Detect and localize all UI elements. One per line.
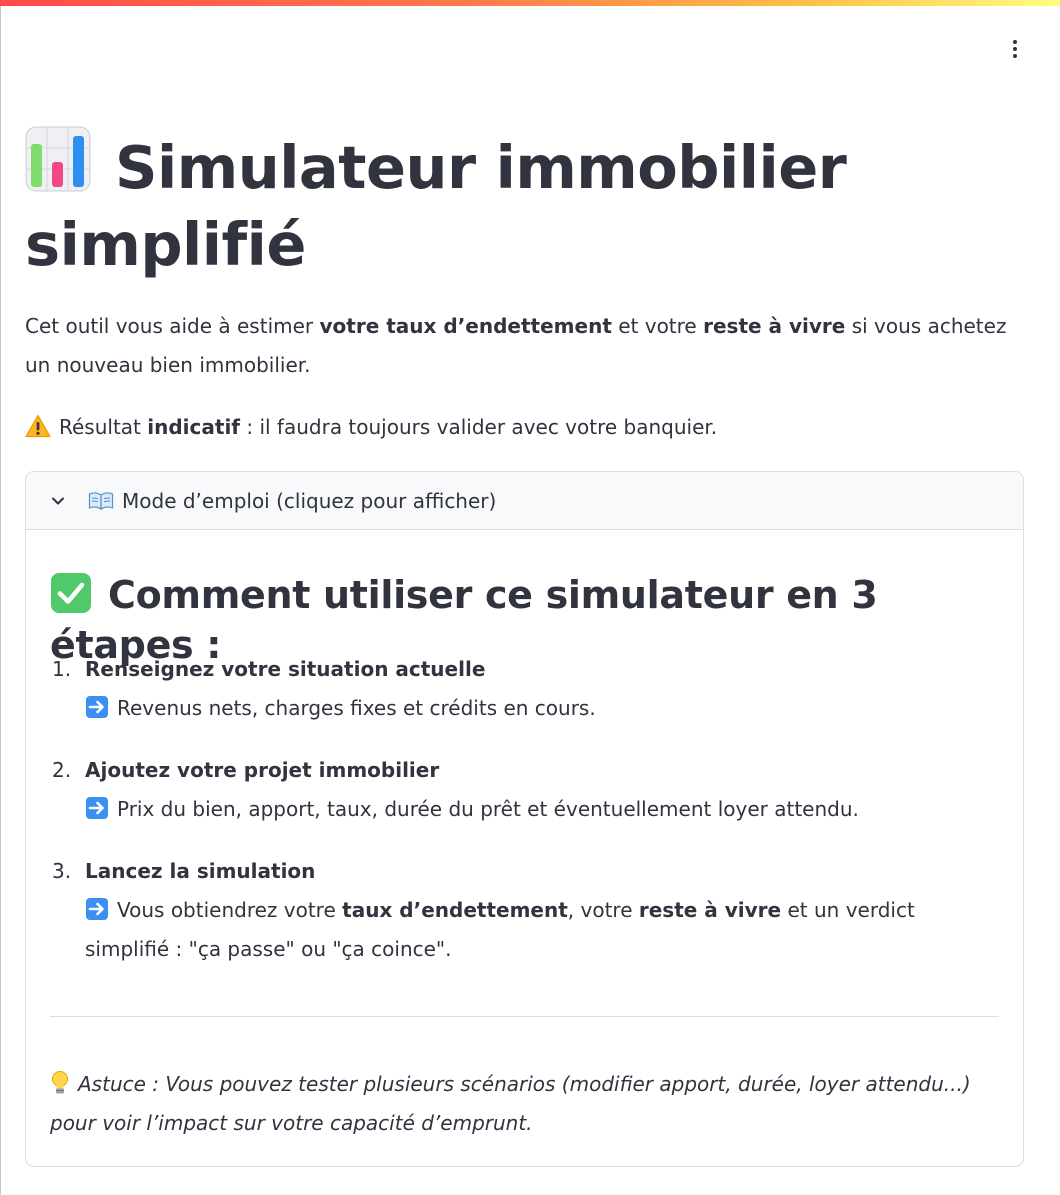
step-number: 3. <box>52 859 72 883</box>
check-mark-icon <box>51 573 91 613</box>
kebab-menu-dot <box>1013 47 1017 51</box>
step-title: Lancez la simulation <box>85 859 316 883</box>
page-title: Simulateur immobilier simplifié <box>25 126 1035 283</box>
tip-text-content: Astuce : Vous pouvez tester plusieurs sc… <box>50 1072 971 1135</box>
intro-text: Cet outil vous aide à estimer votre taux… <box>25 307 1025 385</box>
step-description: Prix du bien, apport, taux, durée du prê… <box>85 790 1002 829</box>
list-item: 1. Renseignez votre situation actuelle R… <box>52 650 1002 728</box>
step-description-text: Revenus nets, charges fixes et crédits e… <box>117 696 596 720</box>
top-decoration-bar <box>0 0 1060 6</box>
step-description: Vous obtiendrez votre taux d’endettement… <box>85 891 1002 969</box>
intro-bold-remaining-income: reste à vivre <box>703 314 846 338</box>
kebab-menu-dot <box>1013 54 1017 58</box>
tip-text: Astuce : Vous pouvez tester plusieurs sc… <box>50 1065 1000 1143</box>
warning-icon <box>25 414 51 438</box>
light-bulb-icon <box>52 1071 68 1094</box>
step-title: Renseignez votre situation actuelle <box>85 657 486 681</box>
intro-text-part: Cet outil vous aide à estimer <box>25 314 320 338</box>
step-description-text: , votre <box>567 898 639 922</box>
main-menu-button[interactable] <box>998 34 1032 64</box>
chevron-down-icon <box>52 497 64 504</box>
page-title-text: Simulateur immobilier simplifié <box>25 133 847 279</box>
list-item: 2. Ajoutez votre projet immobilier Prix … <box>52 751 1002 829</box>
list-item: 3. Lancez la simulation Vous obtiendrez … <box>52 852 1002 969</box>
right-arrow-icon <box>86 696 108 718</box>
warning-bold: indicatif <box>147 415 240 439</box>
right-arrow-icon <box>86 797 108 819</box>
step-number: 1. <box>52 657 72 681</box>
open-book-icon <box>88 491 114 510</box>
step-title: Ajoutez votre projet immobilier <box>85 758 440 782</box>
step-number: 2. <box>52 758 72 782</box>
steps-list: 1. Renseignez votre situation actuelle R… <box>52 650 1002 992</box>
kebab-menu-icon <box>1013 40 1017 44</box>
step-bold-remaining-income: reste à vivre <box>638 898 782 922</box>
step-bold-debt-rate: taux d’endettement <box>342 898 568 922</box>
warning-text-part: Résultat <box>59 415 148 439</box>
right-arrow-icon <box>86 898 108 920</box>
bar-chart-icon <box>25 126 91 192</box>
left-border <box>0 6 1 1195</box>
instructions-expander: Mode d’emploi (cliquez pour afficher) Co… <box>25 471 1024 1167</box>
intro-bold-debt-rate: votre taux d’endettement <box>319 314 612 338</box>
step-description-text: Prix du bien, apport, taux, durée du prê… <box>117 797 859 821</box>
warning-text-part: : il faudra toujours valider avec votre … <box>240 415 718 439</box>
step-description: Revenus nets, charges fixes et crédits e… <box>85 689 1002 728</box>
expander-label: Mode d’emploi (cliquez pour afficher) <box>122 488 497 513</box>
expander-header[interactable]: Mode d’emploi (cliquez pour afficher) <box>26 472 1023 530</box>
warning-text: Résultat indicatif : il faudra toujours … <box>25 408 1025 447</box>
step-description-text: Vous obtiendrez votre <box>117 898 343 922</box>
divider <box>50 1016 999 1017</box>
intro-text-part: et votre <box>611 314 704 338</box>
